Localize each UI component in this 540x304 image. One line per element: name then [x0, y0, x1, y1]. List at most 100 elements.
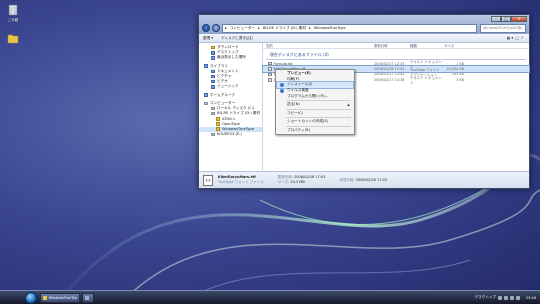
close-button[interactable]: × [511, 16, 527, 22]
file-size: 20,000 KB [446, 67, 465, 72]
disc-icon [211, 111, 215, 116]
folder-icon [211, 45, 215, 50]
navigation-pane[interactable]: ダウンロード デスクトップ 最近表示した場所 ライブラリ ドキュメント ピクチャ ビデオ ミュ… [199, 43, 263, 171]
menu-separator [286, 99, 351, 101]
details-filetype: TrueType フォント ファイル [218, 180, 264, 184]
system-tray: デスクトップ 23:46 [475, 295, 540, 300]
column-name[interactable]: 名前 [266, 43, 374, 48]
folder-icon [216, 122, 220, 126]
music-icon [211, 85, 215, 89]
breadcrumb-computer[interactable]: コンピューター [230, 26, 255, 31]
file-date: 2008/02/28 17:03 [374, 67, 405, 72]
details-modified-label: 更新日時: [277, 175, 293, 179]
column-size[interactable]: サイズ [444, 43, 474, 48]
file-type: TrueType フォント [410, 67, 440, 72]
main-area: ダウンロード デスクトップ 最近表示した場所 ライブラリ ドキュメント ピクチャ ビデオ ミュ… [199, 43, 530, 171]
file-name: FontLab.txt [273, 61, 293, 66]
context-menu-item[interactable]: ショートカットの作成(S) [277, 119, 353, 125]
file-type: テキスト ドキュメント [410, 75, 442, 85]
taskbar: WindowsTrueType デスクトップ 23:46 [0, 290, 540, 304]
taskbar-button-2[interactable] [82, 292, 94, 303]
truetype-file-icon: TT [203, 174, 213, 186]
details-size-label: サイズ: [277, 180, 290, 184]
folder-icon [7, 34, 19, 44]
recent-icon [211, 56, 215, 60]
start-button[interactable] [25, 291, 37, 304]
explorer-window[interactable]: – □ × ‹ › ▸ コンピューター ▸ BD-RE ドライブ (D:) 素材… [198, 14, 530, 189]
context-menu-item[interactable]: プロパティ(R) [277, 128, 353, 134]
library-icon [204, 64, 208, 68]
context-menu[interactable]: プレビュー(E) 印刷(P) インストール(I) ウイルス検査 プログラムから開く(H)… [275, 69, 355, 135]
maximize-button[interactable]: □ [501, 16, 511, 22]
nav-item[interactable]: ミュージック [199, 84, 262, 89]
file-icon [268, 67, 272, 71]
drive-icon [211, 132, 215, 137]
search-input[interactable]: WindowsTrueTypeの検索 ⌕ [480, 23, 526, 33]
context-menu-label: プレビュー(E) [287, 71, 311, 76]
clock[interactable]: 23:46 [526, 296, 536, 300]
title-bar: ‹ › ▸ コンピューター ▸ BD-RE ドライブ (D:) 素材 ▸ Win… [199, 15, 529, 34]
folder-icon [43, 295, 47, 300]
details-modified: 2008/02/28 17:03 [294, 175, 326, 179]
nav-item-label: ATM4.1 [222, 116, 236, 121]
file-icon [268, 61, 272, 66]
context-menu-label: インストール(I) [287, 82, 313, 87]
details-pane: TT KikeiGaryuMaru.ttf TrueType フォント ファイル… [199, 171, 529, 188]
file-size: 3 KB [456, 77, 464, 82]
address-bar[interactable]: ▸ コンピューター ▸ BD-RE ドライブ (D:) 素材 ▸ Windows… [222, 23, 477, 33]
language-icon[interactable] [497, 295, 502, 300]
nav-item[interactable]: ホームグループ [199, 93, 262, 98]
nav-item-label: ホームグループ [210, 92, 235, 97]
menu-separator [286, 108, 351, 110]
nav-item-label: 最近表示した場所 [217, 55, 246, 60]
burn-to-disc-button[interactable]: ディスクに書き込む [221, 36, 253, 41]
column-type[interactable]: 種類 [410, 43, 444, 48]
computer-icon [204, 101, 208, 106]
breadcrumb-arrow-icon: ▸ [225, 26, 227, 30]
file-icon [268, 72, 272, 77]
breadcrumb-arrow-icon: ▸ [257, 26, 260, 30]
shield-icon [280, 82, 284, 87]
context-menu-item[interactable]: 送る(N) ▶ [277, 102, 353, 108]
context-menu-label: プログラムから開く(H)... [287, 93, 329, 98]
file-icon [268, 78, 272, 82]
shield-icon [280, 88, 284, 93]
file-date: 2008/02/27 12:33 [374, 61, 405, 66]
nav-item-label: OpenType [222, 122, 240, 127]
context-menu-label: プロパティ(R) [287, 128, 311, 133]
nav-item-label: WindowsTrueType [222, 127, 254, 132]
context-menu-item[interactable]: プログラムから開く(H)... [277, 93, 353, 99]
context-menu-label: ショートカットの作成(S) [287, 119, 329, 124]
column-date[interactable]: 更新日時 [374, 43, 410, 48]
nav-item[interactable]: KOUDEV4 (E:) [199, 132, 262, 137]
desktop-icon-folder[interactable] [2, 32, 24, 46]
group-header[interactable]: 現在ディスクにあるファイル (4) [266, 49, 526, 60]
command-bar: 整理 ▾ ディスクに書き込む ▦ ▾ □ ? [199, 34, 529, 43]
breadcrumb-arrow-icon: ▸ [308, 26, 311, 30]
file-size: 1 KB [456, 61, 464, 66]
context-menu-item[interactable]: コピー(C) [277, 111, 353, 117]
taskbar-button-explorer[interactable]: WindowsTrueType [40, 292, 80, 303]
back-button[interactable]: ‹ [202, 24, 210, 32]
nav-item[interactable]: 最近表示した場所 [199, 55, 262, 60]
forward-button[interactable]: › [212, 24, 220, 32]
desktop-toolbar-label[interactable]: デスクトップ [475, 295, 496, 300]
disk-icon [211, 106, 215, 111]
details-created-label: 作成日時: [339, 177, 355, 182]
details-created: 2008/02/28 17:03 [355, 177, 388, 182]
organize-button[interactable]: 整理 ▾ [203, 36, 213, 41]
minimize-button[interactable]: – [491, 16, 501, 22]
folder-icon [216, 127, 220, 131]
documents-icon [211, 69, 215, 74]
flag-icon[interactable] [515, 295, 520, 300]
menu-separator [286, 117, 351, 119]
folder-icon [216, 117, 220, 121]
menu-separator [286, 125, 351, 127]
desktop-icon-recycle-bin[interactable]: ごみ箱 [2, 4, 24, 23]
view-options-icon[interactable]: ▦ ▾ □ ? [507, 36, 523, 40]
volume-icon[interactable] [509, 295, 514, 300]
breadcrumb-folder[interactable]: WindowsTrueType [314, 26, 346, 30]
context-menu-label: ウイルス検査 [287, 88, 309, 93]
network-icon[interactable] [503, 295, 508, 300]
breadcrumb-drive[interactable]: BD-RE ドライブ (D:) 素材 [263, 26, 306, 31]
